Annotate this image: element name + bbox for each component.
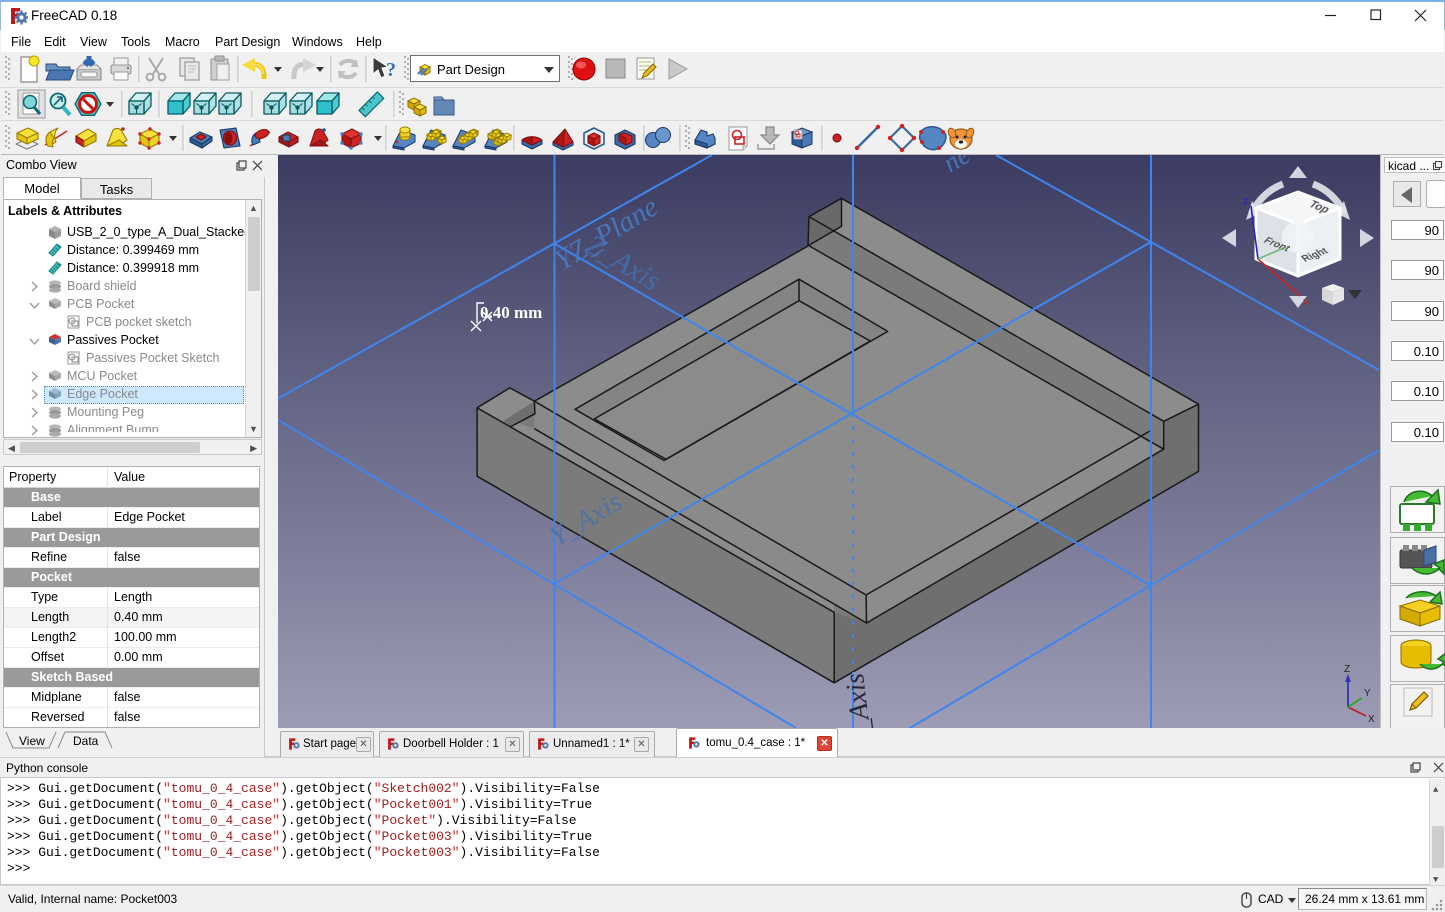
svg-text:z: z <box>1243 195 1249 207</box>
svg-text:View: View <box>19 734 45 748</box>
svg-text:Data: Data <box>73 734 99 748</box>
svg-text:X: X <box>1368 714 1375 725</box>
svg-text:Y: Y <box>1364 688 1371 699</box>
svg-text:?: ? <box>386 59 396 81</box>
svg-text:x: x <box>1303 296 1309 308</box>
svg-text:Z: Z <box>1344 664 1350 675</box>
